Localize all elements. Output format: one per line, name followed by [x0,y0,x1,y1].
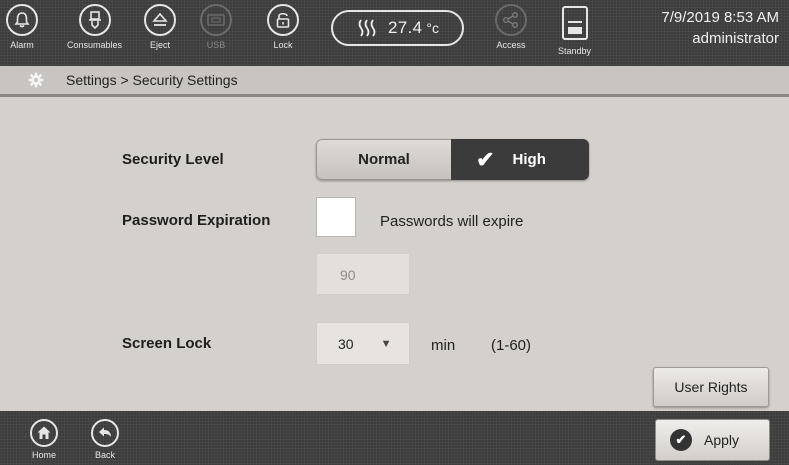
security-normal-label: Normal [358,151,410,168]
temperature-display[interactable]: 27.4 °c [331,10,464,46]
heat-icon [358,19,376,37]
access-label: Access [496,40,526,50]
user-rights-label: User Rights [674,379,748,395]
security-high-option[interactable]: ✔ High [451,139,589,180]
screen-lock-value: 30 [338,335,354,352]
breadcrumb-text: Settings > Security Settings [66,72,238,88]
home-label: Home [31,450,56,460]
home-button[interactable]: Home [30,419,58,460]
password-expiration-label: Password Expiration [122,212,271,229]
screen-lock-select[interactable]: 30 ▼ [316,322,410,365]
back-label: Back [94,450,115,460]
back-button[interactable]: Back [91,419,119,460]
standby-button[interactable]: Standby [558,6,591,56]
alarm-button[interactable]: Alarm [6,4,38,50]
lock-button[interactable]: Lock [267,4,299,50]
eject-icon [152,12,168,26]
usb-label: USB [206,40,226,50]
top-bar: Alarm Consumables Eject USB Lock 27.4 °c… [0,0,789,66]
security-high-label: High [512,151,546,168]
alarm-label: Alarm [10,40,34,50]
status-info: 7/9/2019 8:53 AM administrator [661,7,779,49]
temperature-unit: °c [426,20,439,36]
expiration-days-value: 90 [340,267,356,283]
home-icon [37,426,51,439]
password-expire-text: Passwords will expire [380,213,524,230]
datetime-text: 7/9/2019 8:53 AM [661,9,779,26]
check-icon: ✔ [670,429,692,451]
usb-icon [207,14,225,26]
bell-icon [14,12,30,28]
share-icon [503,12,518,28]
eject-label: Eject [149,40,170,50]
check-icon: ✔ [476,146,495,172]
consumables-icon [88,11,101,30]
chevron-down-icon: ▼ [380,337,392,350]
standby-icon [561,6,588,40]
back-icon [99,427,111,437]
breadcrumb: Settings > Security Settings [0,66,789,97]
eject-button[interactable]: Eject [144,4,176,50]
consumables-button[interactable]: Consumables [67,4,122,50]
temperature-value: 27.4 [388,18,423,37]
apply-label: Apply [704,432,740,448]
expiration-days-input[interactable]: 90 [316,253,410,295]
access-button[interactable]: Access [495,4,527,50]
usb-button[interactable]: USB [200,4,232,50]
security-level-label: Security Level [122,151,224,168]
security-normal-option[interactable]: Normal [316,139,451,180]
user-name: administrator [692,30,779,47]
screen-lock-unit: min [431,337,456,354]
screen-lock-label: Screen Lock [122,335,212,352]
apply-button[interactable]: ✔ Apply [655,419,770,461]
user-rights-button[interactable]: User Rights [653,367,769,407]
password-expire-checkbox[interactable] [316,197,356,237]
lock-icon [276,12,290,28]
standby-label: Standby [558,46,592,56]
security-level-toggle: Normal ✔ High [316,139,589,180]
screen-lock-range: (1-60) [491,337,532,354]
lock-label: Lock [273,40,293,50]
gear-icon [28,72,44,88]
consumables-label: Consumables [67,40,123,50]
